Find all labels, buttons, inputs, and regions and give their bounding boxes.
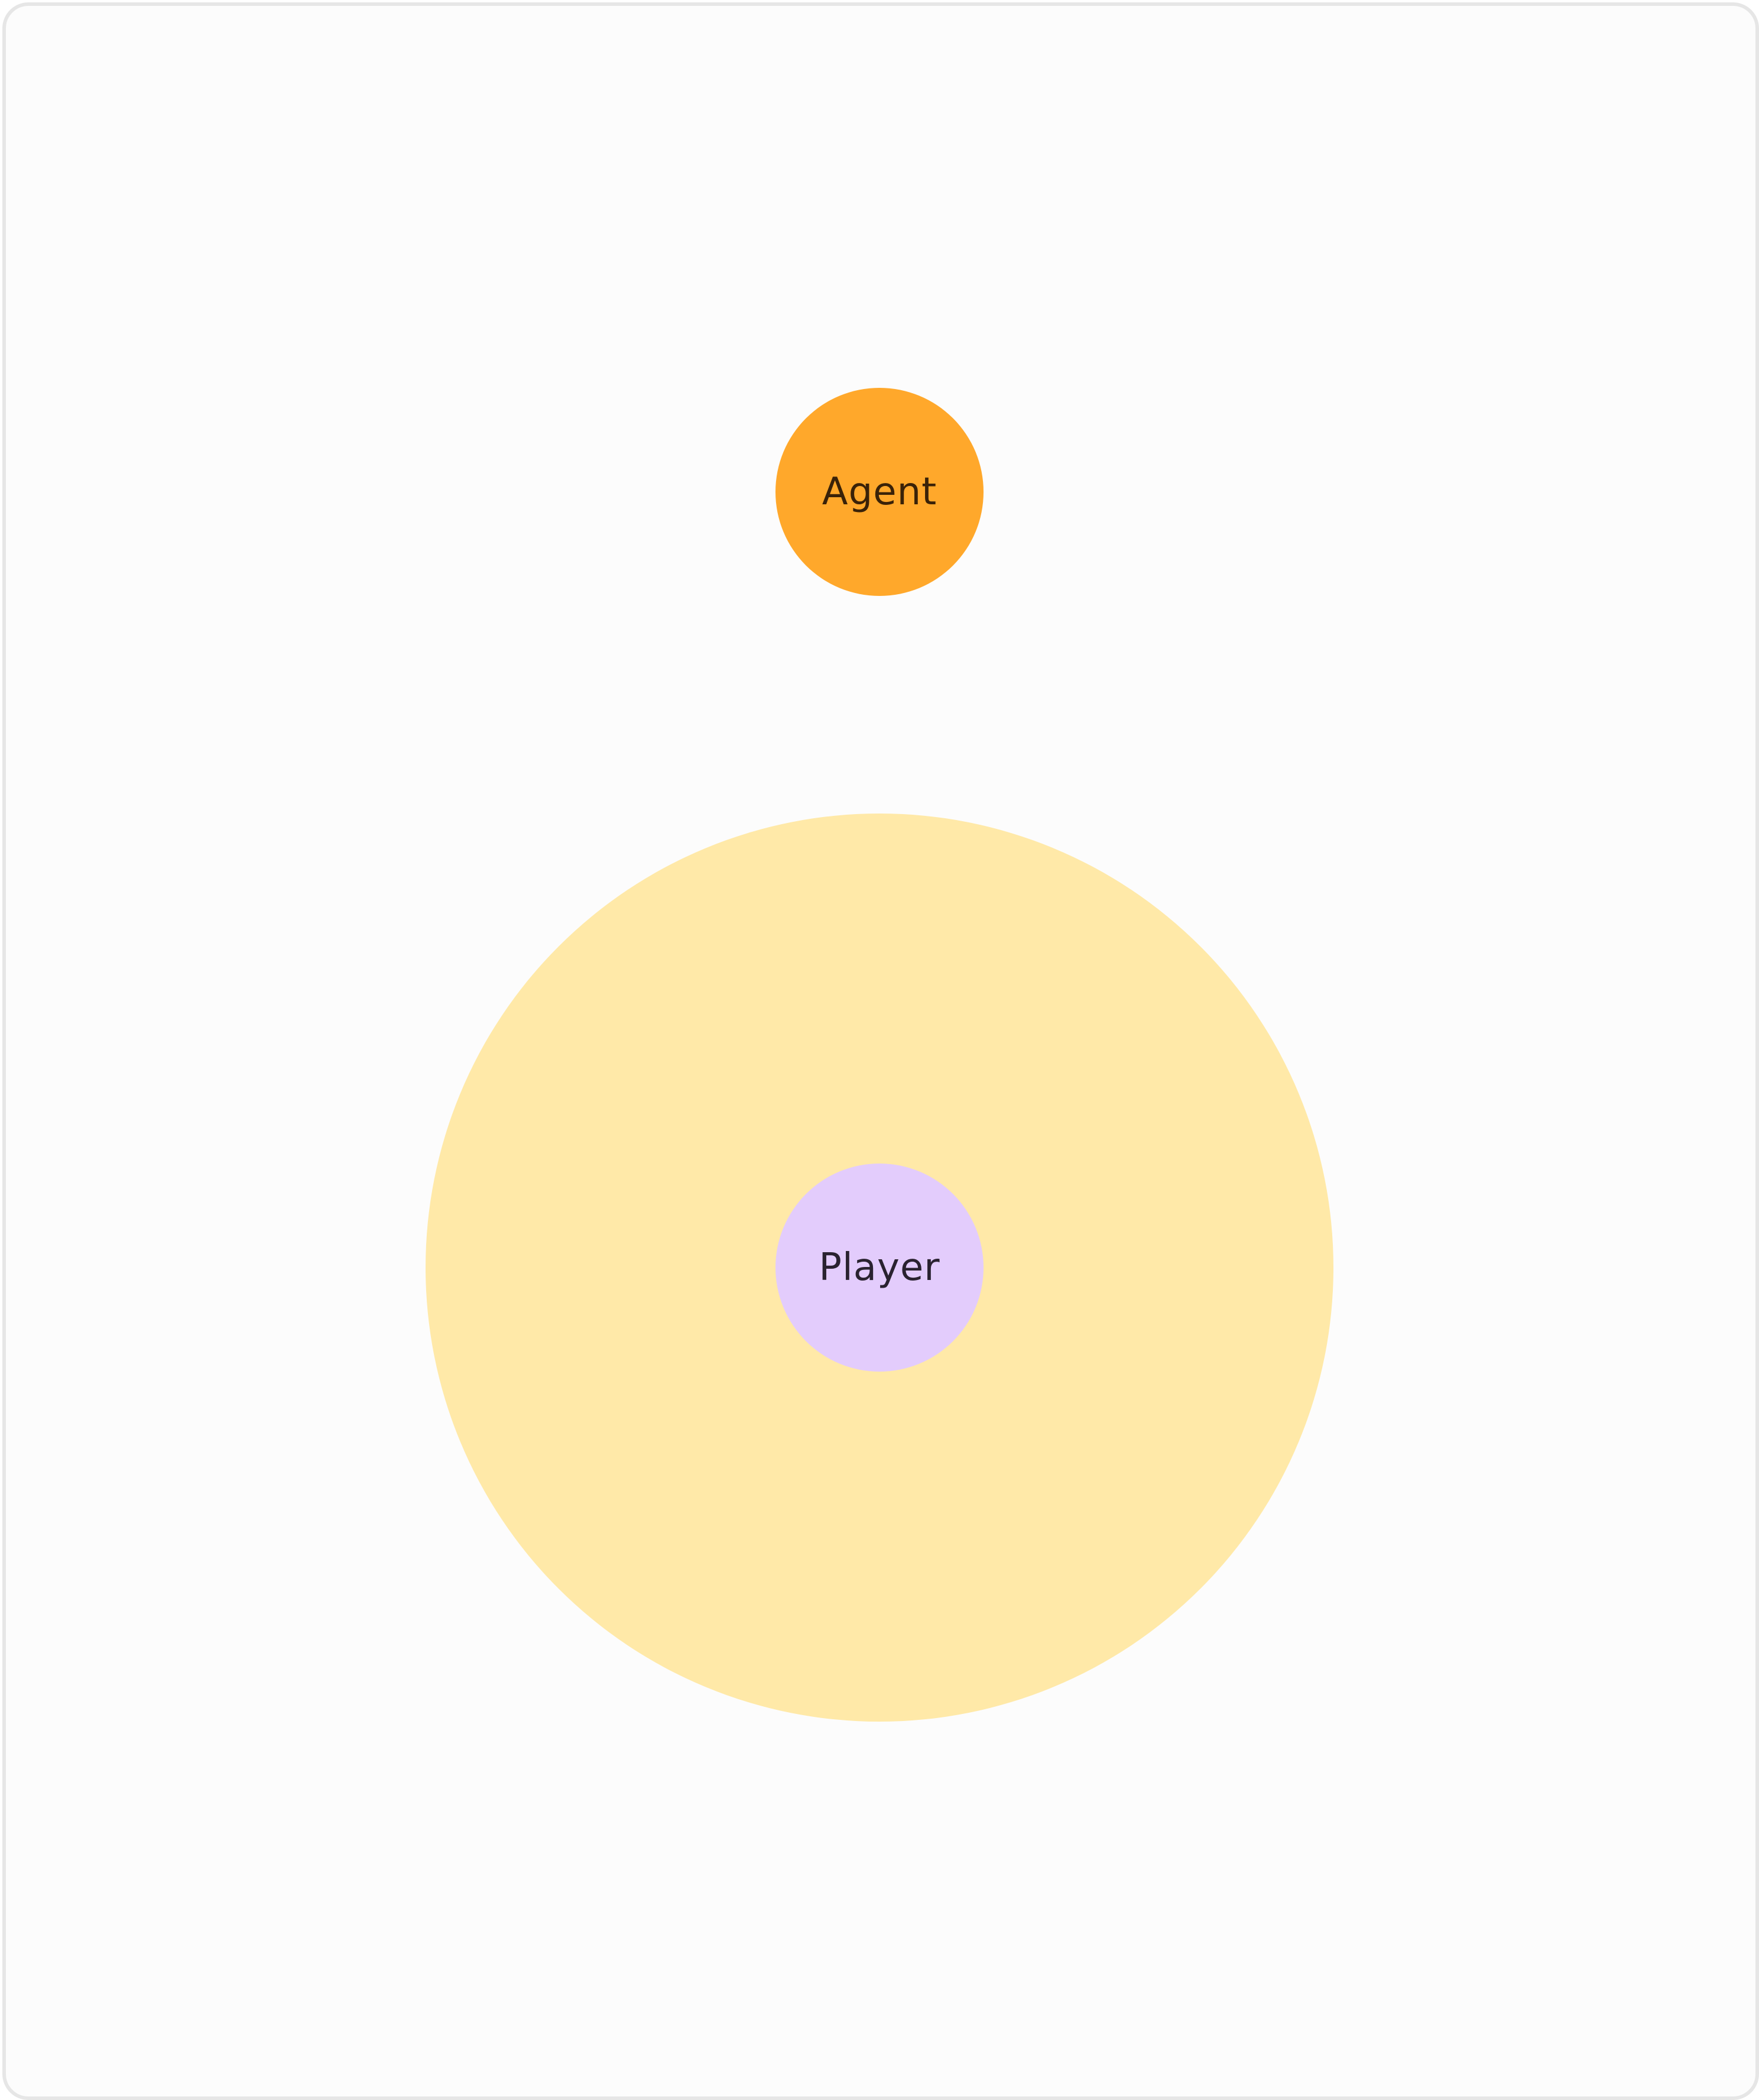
player-label: Player <box>819 1246 940 1289</box>
agent-node[interactable]: Agent <box>775 388 984 596</box>
player-node[interactable]: Player <box>775 1164 984 1372</box>
agent-label: Agent <box>822 470 937 514</box>
